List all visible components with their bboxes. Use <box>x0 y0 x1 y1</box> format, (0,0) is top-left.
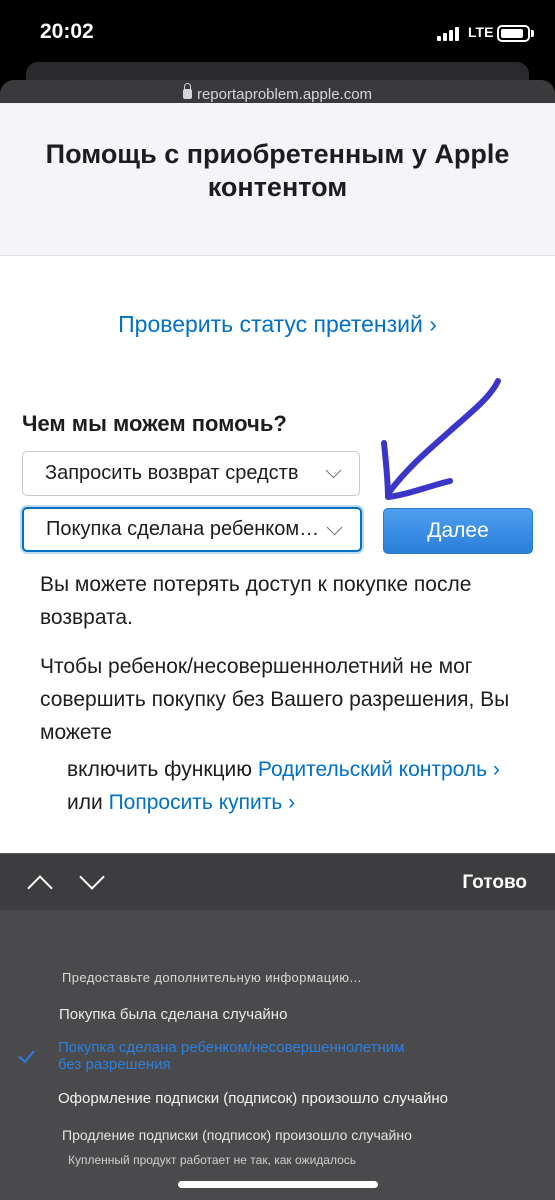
checkmark-icon <box>18 1045 35 1064</box>
home-indicator[interactable] <box>178 1181 378 1188</box>
status-time: 20:02 <box>40 20 94 43</box>
done-button[interactable]: Готово <box>462 872 527 894</box>
enable-text: включить функцию <box>67 758 258 781</box>
request-type-value: Запросить возврат средств <box>45 462 299 484</box>
chevron-down-icon[interactable] <box>79 864 105 890</box>
page-title: Помощь с приобретенным у Apple контентом <box>45 139 510 202</box>
ask-to-buy-link[interactable]: Попросить купить › <box>109 791 296 814</box>
picker-option[interactable]: Купленный продукт работает не так, как о… <box>68 1153 555 1167</box>
reason-select[interactable]: Покупка сделана ребенком/несовершеннолет… <box>22 507 362 552</box>
url-text: reportaproblem.apple.com <box>196 86 373 103</box>
option-picker[interactable]: Предоставьте дополнительную информацию..… <box>0 910 555 1200</box>
picker-option[interactable]: Продление подписки (подписок) произошло … <box>62 1127 555 1143</box>
battery-icon <box>497 25 530 42</box>
picker-option[interactable]: Покупка была сделана случайно <box>59 1006 555 1023</box>
parental-control-link[interactable]: Родительский контроль › <box>258 758 500 781</box>
refund-warning-text: Вы можете потерять доступ к покупке посл… <box>40 573 472 629</box>
page-header: Помощь с приобретенным у Apple контентом <box>0 103 555 256</box>
next-button[interactable]: Далее <box>383 508 533 554</box>
chevron-down-icon <box>326 519 343 536</box>
status-bar: 20:02 LTE <box>0 0 555 70</box>
picker-toolbar: Готово <box>0 853 555 910</box>
request-type-select[interactable]: Запросить возврат средств <box>22 451 360 496</box>
or-text: или <box>67 791 109 814</box>
picker-option-selected[interactable]: Покупка сделана ребенком/несовершеннолет… <box>58 1039 555 1073</box>
lock-icon <box>182 83 192 99</box>
url-bar[interactable]: reportaproblem.apple.com <box>0 83 555 103</box>
parental-options: включить функцию Родительский контроль ›… <box>67 753 527 819</box>
chevron-up-icon[interactable] <box>27 875 53 901</box>
cellular-signal-icon <box>437 27 463 41</box>
network-type: LTE <box>468 24 494 40</box>
help-heading: Чем мы можем помочь? <box>22 411 287 436</box>
reason-value: Покупка сделана ребенком/несовершеннолет… <box>46 518 321 540</box>
check-claim-status-link[interactable]: Проверить статус претензий › <box>0 311 555 338</box>
web-page: Помощь с приобретенным у Apple контентом… <box>0 103 555 853</box>
annotation-arrow-icon <box>381 378 501 500</box>
picker-option[interactable]: Предоставьте дополнительную информацию..… <box>62 970 555 985</box>
parental-advice-text: Чтобы ребенок/несовершеннолетний не мог … <box>40 655 510 744</box>
chevron-down-icon <box>325 462 342 479</box>
picker-option[interactable]: Оформление подписки (подписок) произошло… <box>58 1090 555 1107</box>
